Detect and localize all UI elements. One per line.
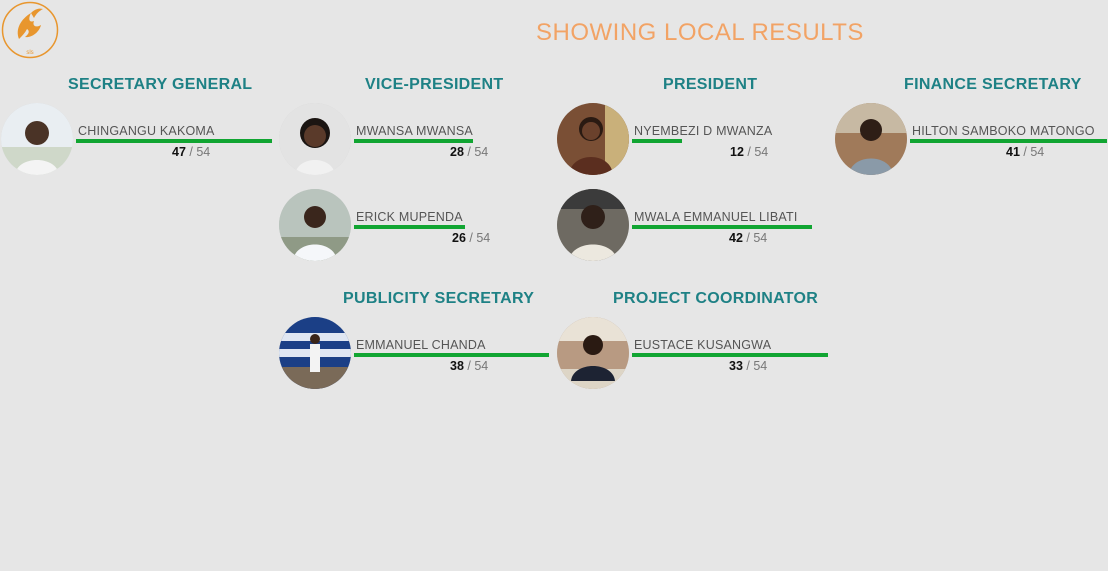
position-heading-vice-president: VICE-PRESIDENT <box>365 76 504 93</box>
candidate-name: MWALA EMMANUEL LIBATI <box>634 210 798 224</box>
candidate-name: EUSTACE KUSANGWA <box>634 338 772 352</box>
candidate-card: MWALA EMMANUEL LIBATI 42 / 54 <box>557 189 837 263</box>
vote-bar <box>910 139 1107 143</box>
person-photo-icon <box>557 317 629 389</box>
person-photo-icon <box>279 103 351 175</box>
person-photo-icon <box>279 317 351 389</box>
candidate-card: CHINGANGU KAKOMA 47 / 54 <box>1 103 281 177</box>
position-heading-president: PRESIDENT <box>663 76 758 93</box>
person-photo-icon <box>557 189 629 261</box>
person-photo-icon <box>557 103 629 175</box>
candidate-card: NYEMBEZI D MWANZA 12 / 54 <box>557 103 837 177</box>
person-photo-icon <box>835 103 907 175</box>
vote-count: 12 / 54 <box>730 145 769 159</box>
vote-count: 41 / 54 <box>1006 145 1045 159</box>
sls-logo: sls <box>1 1 59 59</box>
candidate-name: ERICK MUPENDA <box>356 210 463 224</box>
candidate-card: EMMANUEL CHANDA 38 / 54 <box>279 317 559 391</box>
vote-count: 28 / 54 <box>450 145 489 159</box>
vote-bar <box>354 353 549 357</box>
vote-count: 33 / 54 <box>729 359 768 373</box>
position-heading-publicity-secretary: PUBLICITY SECRETARY <box>343 290 535 307</box>
logo-text: sls <box>26 50 33 56</box>
candidate-card: EUSTACE KUSANGWA 33 / 54 <box>557 317 837 391</box>
position-heading-finance-secretary: FINANCE SECRETARY <box>904 76 1082 93</box>
position-heading-project-coordinator: PROJECT COORDINATOR <box>613 290 819 307</box>
candidate-card: MWANSA MWANSA 28 / 54 <box>279 103 559 177</box>
vote-bar <box>632 225 812 229</box>
candidate-card: HILTON SAMBOKO MATONGO 41 / 54 <box>835 103 1107 177</box>
candidate-name: EMMANUEL CHANDA <box>356 338 486 352</box>
candidate-name: NYEMBEZI D MWANZA <box>634 124 773 138</box>
candidate-name: HILTON SAMBOKO MATONGO <box>912 124 1095 138</box>
candidate-name: MWANSA MWANSA <box>356 124 473 138</box>
vote-count: 38 / 54 <box>450 359 489 373</box>
vote-count: 42 / 54 <box>729 231 768 245</box>
person-photo-icon <box>1 103 73 175</box>
candidate-name: CHINGANGU KAKOMA <box>78 124 215 138</box>
person-photo-icon <box>279 189 351 261</box>
candidate-card: ERICK MUPENDA 26 / 54 <box>279 189 559 263</box>
vote-bar <box>354 225 465 229</box>
vote-bar <box>632 139 682 143</box>
vote-bar <box>632 353 828 357</box>
vote-bar <box>354 139 473 143</box>
vote-count: 47 / 54 <box>172 145 211 159</box>
vote-count: 26 / 54 <box>452 231 491 245</box>
position-heading-secretary-general: SECRETARY GENERAL <box>68 76 253 93</box>
page-title: SHOWING LOCAL RESULTS <box>536 19 864 46</box>
vote-bar <box>76 139 272 143</box>
